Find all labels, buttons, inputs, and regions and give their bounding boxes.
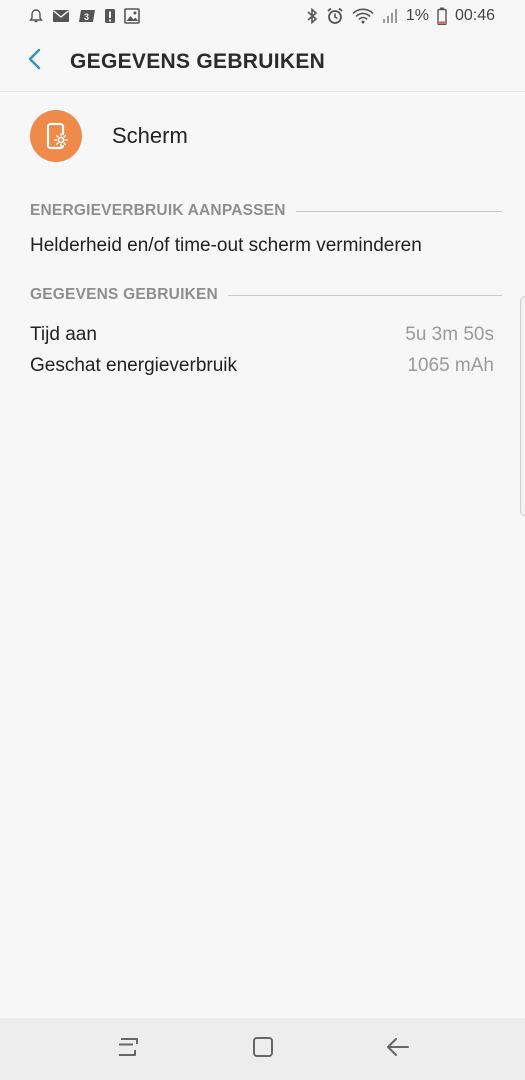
usage-row-value: 1065 mAh [407, 355, 494, 376]
mail-icon [52, 9, 70, 23]
screen-brightness-icon [30, 110, 82, 162]
home-icon [252, 1036, 274, 1063]
notification-bell-icon [28, 8, 44, 24]
usage-row-value: 5u 3m 50s [405, 324, 494, 345]
section-header-usage: GEGEVENS GEBRUIKEN [30, 286, 502, 304]
bluetooth-icon [306, 7, 318, 25]
alert-icon [104, 8, 116, 24]
chevron-left-icon [27, 48, 43, 75]
image-icon [124, 8, 140, 24]
alarm-icon [326, 7, 344, 25]
status-bar-left: 3 [28, 8, 140, 24]
recent-apps-icon [116, 1036, 140, 1063]
back-nav-button[interactable] [374, 1025, 422, 1073]
divider [295, 210, 502, 212]
usage-row-label: Geschat energieverbruik [30, 355, 237, 376]
edge-panel-handle[interactable] [520, 296, 525, 516]
back-button[interactable] [14, 41, 56, 83]
wifi-icon [352, 8, 374, 24]
status-bar: 3 1% 00:46 [0, 0, 525, 32]
home-button[interactable] [239, 1025, 287, 1073]
recent-apps-button[interactable] [104, 1025, 152, 1073]
svg-text:3: 3 [84, 12, 89, 22]
usage-row-time-on: Tijd aan 5u 3m 50s [30, 324, 494, 346]
app-header: GEGEVENS GEBRUIKEN [0, 32, 525, 92]
divider [227, 294, 502, 296]
usage-row-energy: Geschat energieverbruik 1065 mAh [30, 355, 494, 377]
reduce-brightness-item[interactable]: Helderheid en/of time-out scherm vermind… [30, 235, 422, 257]
usage-row-label: Tijd aan [30, 324, 97, 345]
signal-icon [382, 8, 398, 24]
back-arrow-icon [386, 1036, 410, 1063]
app-name: Scherm [112, 123, 188, 148]
status-bar-right: 1% 00:46 [306, 7, 495, 25]
section-header-usage-label: GEGEVENS GEBRUIKEN [30, 286, 218, 303]
navigation-bar [0, 1018, 525, 1080]
status-time: 00:46 [454, 7, 495, 24]
section-header-adjust: ENERGIEVERBRUIK AANPASSEN [30, 202, 502, 220]
battery-icon [437, 7, 447, 25]
app-row: Scherm [0, 104, 525, 168]
sim-3-icon: 3 [78, 9, 96, 23]
battery-percent: 1% [405, 7, 429, 24]
section-header-adjust-label: ENERGIEVERBRUIK AANPASSEN [30, 202, 286, 219]
page-title: GEGEVENS GEBRUIKEN [70, 49, 326, 73]
